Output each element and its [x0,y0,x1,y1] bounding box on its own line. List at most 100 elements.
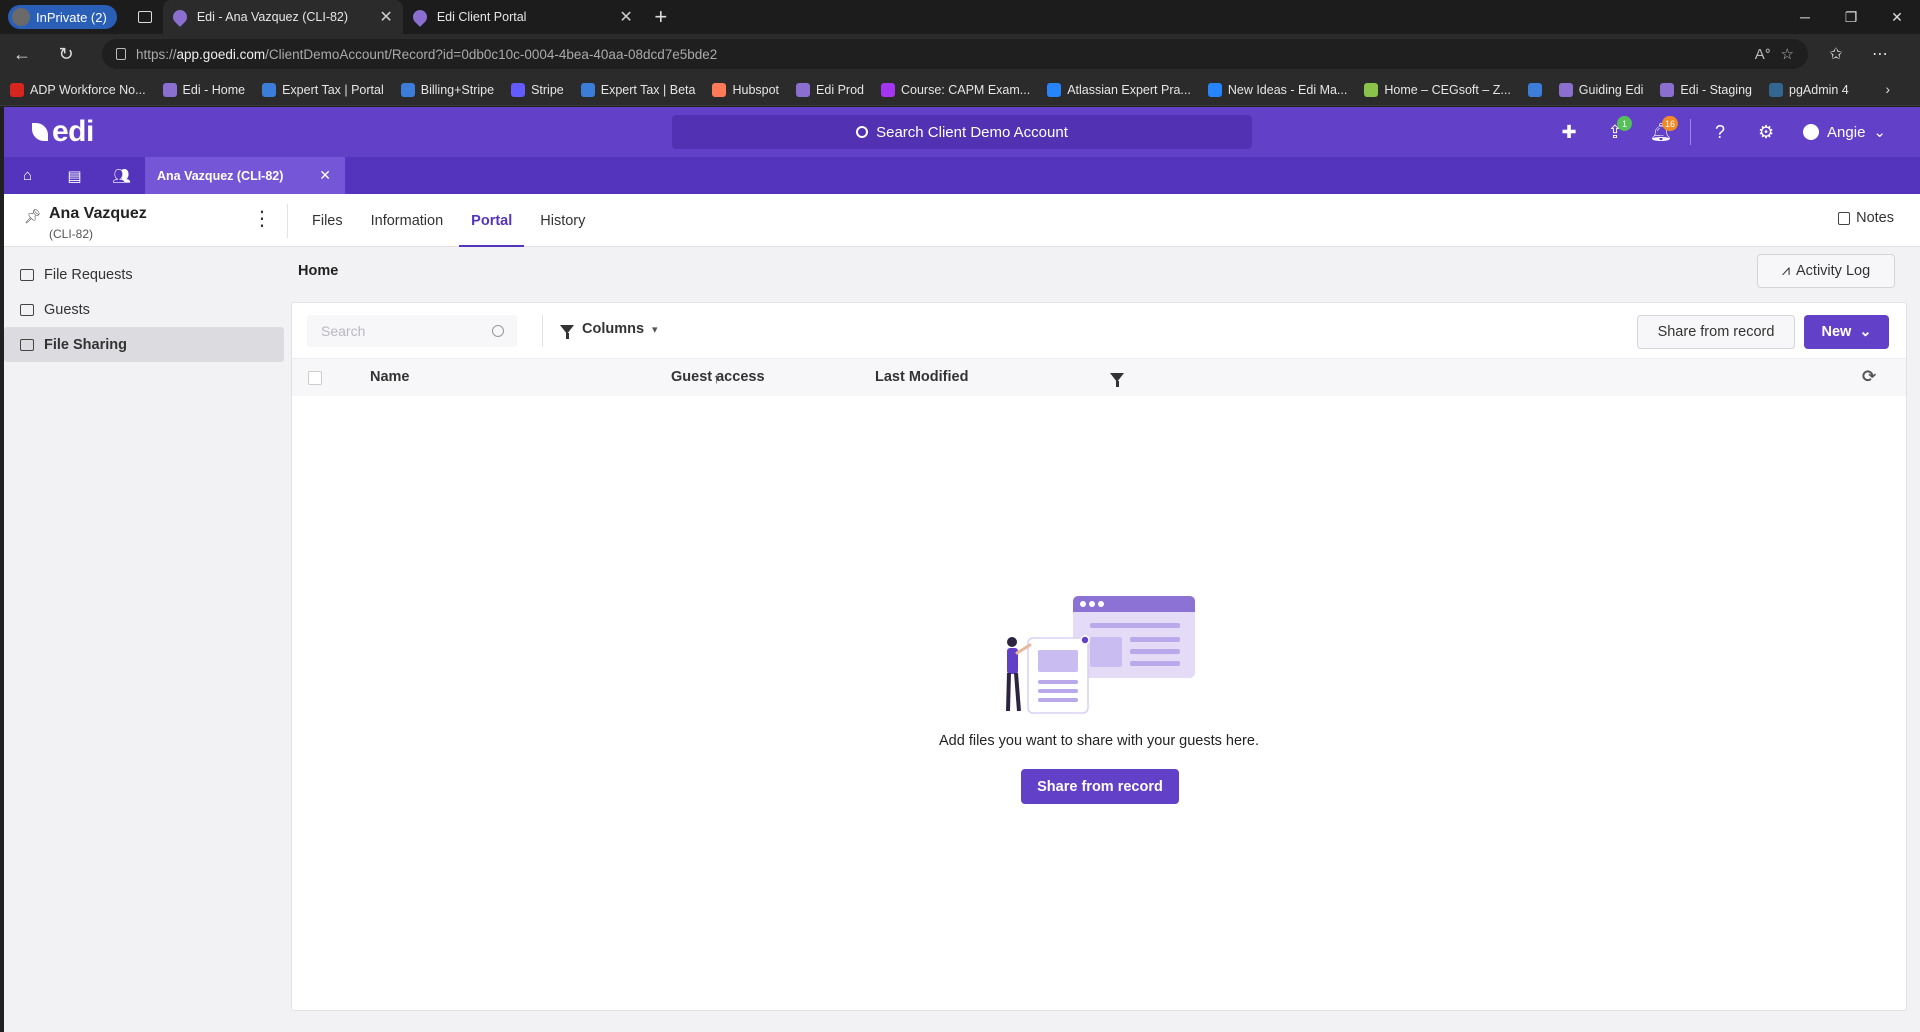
empty-files-illustration [1006,596,1195,714]
restore-icon[interactable]: ❐ [1828,0,1874,34]
bookmark-favicon-icon [162,82,177,97]
browser-tab-portal[interactable]: Edi Client Portal ✕ [403,0,643,34]
close-window-icon[interactable]: ✕ [1874,0,1920,34]
sidebar-item-file-requests[interactable]: File Requests [4,257,284,292]
add-icon[interactable]: ✚ [1546,107,1592,157]
tab-information[interactable]: Information [359,194,456,247]
bookmark-item[interactable]: New Ideas - Edi Ma... [1207,82,1347,97]
activity-log-button[interactable]: ⩘ Activity Log [1757,254,1895,288]
favorite-star-icon[interactable]: ☆ [1781,45,1794,63]
leaf-logo-icon [32,123,48,141]
breadcrumb[interactable]: Home [298,263,338,279]
read-aloud-icon[interactable]: A͏ᐤ [1755,45,1771,63]
more-menu-icon[interactable]: ⋯ [1858,44,1902,64]
record-tab-label: Ana Vazquez (CLI-82) [157,168,284,183]
bookmark-label: Atlassian Expert Pra... [1067,82,1191,97]
contacts-icon[interactable]: 👥︎ [98,157,145,194]
global-search[interactable]: Search Client Demo Account [672,115,1252,149]
url-field[interactable]: https://app.goedi.com/ClientDemoAccount/… [102,39,1808,69]
bookmark-item[interactable]: Hubspot [712,82,779,97]
bookmark-item[interactable]: Stripe [511,82,564,97]
record-tab[interactable]: Ana Vazquez (CLI-82) ✕ [145,157,345,194]
record-tabs: Files Information Portal History [300,194,601,247]
bookmark-label: Expert Tax | Portal [282,82,384,97]
share-from-record-button[interactable]: Share from record [1637,315,1795,349]
search-icon [856,126,869,138]
column-name[interactable]: Name [370,369,410,385]
app-header: edi Search Client Demo Account ✚ ⇪ 1 🔔︎ 16… [4,107,1920,157]
refresh-icon[interactable]: ⟳ [1862,367,1876,387]
sidebar-item-guests[interactable]: Guests [4,292,284,327]
select-all-checkbox[interactable] [308,371,322,385]
browser-titlebar: InPrivate (2) Edi - Ana Vazquez (CLI-82)… [0,0,1920,34]
tab-files[interactable]: Files [300,194,355,247]
bookmark-item[interactable]: Edi - Home [162,82,245,97]
close-tab-icon[interactable]: ✕ [619,7,632,27]
kebab-menu-icon[interactable]: ⋮ [252,206,272,231]
bookmark-item[interactable]: Home – CEGsoft – Z... [1364,82,1511,97]
bookmark-favicon-icon [580,82,595,97]
bookmark-label: ADP Workforce No... [30,82,146,97]
gear-icon[interactable]: ⚙ [1743,107,1789,157]
bookmark-label: pgAdmin 4 [1789,82,1849,97]
bookmark-item[interactable]: ADP Workforce No... [10,82,146,97]
columns-button[interactable]: Columns ▾ [560,321,658,339]
column-last-modified[interactable]: Last Modified [875,369,968,385]
bookmark-item[interactable] [1527,82,1542,97]
file-sharing-panel: Columns ▾ Share from record New ⌄ Name ↑… [291,302,1907,1011]
new-tab-icon[interactable]: + [643,4,679,30]
record-header: 📌︎ Ana Vazquez (CLI-82) ⋮ Files Informat… [4,194,1920,247]
edi-logo[interactable]: edi [32,115,94,149]
bookmark-favicon-icon [1769,82,1783,97]
favorites-icon[interactable]: ✩ [1814,44,1858,64]
bookmark-item[interactable]: Guiding Edi [1558,82,1643,97]
bookmark-item[interactable]: Edi Prod [796,82,864,97]
home-icon[interactable]: ⌂ [4,157,51,194]
column-filter-icon[interactable] [1110,373,1124,387]
close-tab-icon[interactable]: ✕ [379,7,392,27]
portal-sidebar: File Requests Guests File Sharing [4,247,288,1032]
bookmark-item[interactable]: Expert Tax | Beta [580,82,695,97]
tab-history[interactable]: History [528,194,597,247]
bookmark-label: Edi - Staging [1680,82,1752,97]
upload-tray-icon[interactable]: ⇪ 1 [1592,107,1638,157]
window-controls: ─ ❐ ✕ [1782,0,1920,34]
bookmarks-overflow-icon[interactable]: › [1885,81,1890,97]
reload-icon[interactable]: ↻ [44,34,88,74]
bell-icon[interactable]: 🔔︎ 16 [1638,107,1684,157]
notification-badge: 16 [1662,116,1679,131]
column-guest-access[interactable]: Guest access [671,369,765,385]
back-icon[interactable]: ← [0,34,44,74]
bookmark-item[interactable]: Atlassian Expert Pra... [1047,82,1191,97]
record-id: (CLI-82) [49,227,94,241]
bookmark-item[interactable]: Billing+Stripe [400,82,494,97]
pin-icon[interactable]: 📌︎ [24,208,42,225]
help-icon[interactable]: ? [1697,107,1743,157]
lock-icon [116,48,126,60]
divider [542,315,543,347]
user-menu[interactable]: Angie ⌄ [1803,123,1886,141]
new-button[interactable]: New ⌄ [1804,315,1889,349]
bookmark-item[interactable]: Edi - Staging [1660,82,1752,97]
contact-icon [20,303,34,316]
records-icon[interactable]: ▤ [51,157,98,194]
envelope-icon [20,268,34,281]
close-record-tab-icon[interactable]: ✕ [319,167,331,184]
bookmark-favicon-icon [880,82,895,97]
inprivate-label: InPrivate (2) [36,9,107,25]
minimize-icon[interactable]: ─ [1782,0,1828,34]
bookmark-item[interactable]: pgAdmin 4 [1769,82,1849,97]
bookmark-item[interactable]: Expert Tax | Portal [262,82,384,97]
bookmark-item[interactable]: Course: CAPM Exam... [880,82,1030,97]
browser-tab-record[interactable]: Edi - Ana Vazquez (CLI-82) ✕ [162,0,403,34]
empty-share-from-record-button[interactable]: Share from record [1021,769,1179,804]
tab-actions-button[interactable] [127,0,163,34]
edi-app: edi Search Client Demo Account ✚ ⇪ 1 🔔︎ 16… [4,107,1920,1032]
empty-state-text: Add files you want to share with your gu… [939,733,1259,749]
file-share-icon [20,338,34,351]
tab-portal[interactable]: Portal [459,194,525,247]
inprivate-indicator[interactable]: InPrivate (2) [8,5,117,29]
notes-button[interactable]: Notes [1838,210,1894,226]
search-input[interactable] [307,315,517,347]
sidebar-item-file-sharing[interactable]: File Sharing [4,327,284,362]
